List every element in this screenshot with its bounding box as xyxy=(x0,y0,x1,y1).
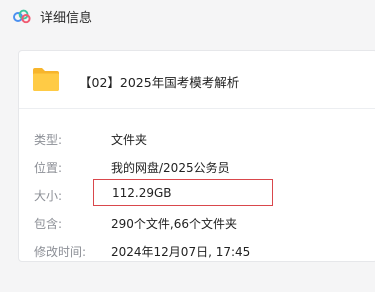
modified-value: 2024年12月07日, 17:45 xyxy=(111,245,251,259)
details-card: 【02】2025年国考模考解析 类型: 文件夹 位置: 我的网盘/2025公务员… xyxy=(18,50,375,262)
cloud-logo-icon xyxy=(13,9,31,23)
detail-row-type: 类型: 文件夹 xyxy=(19,129,375,149)
title-bar: 详细信息 xyxy=(0,0,375,33)
detail-row-size: 大小: 112.29GB xyxy=(19,179,375,206)
location-value[interactable]: 我的网盘/2025公务员 xyxy=(111,159,230,176)
type-value: 文件夹 xyxy=(111,133,148,147)
window-title: 详细信息 xyxy=(40,11,93,26)
size-value: 112.29GB xyxy=(93,179,273,206)
detail-row-contains: 包含: 290个文件,66个文件夹 xyxy=(19,213,375,233)
location-label: 位置: xyxy=(34,161,63,175)
detail-row-modified: 修改时间: 2024年12月07日, 17:45 xyxy=(19,241,375,261)
contains-label: 包含: xyxy=(34,217,63,231)
detail-row-location: 位置: 我的网盘/2025公务员 xyxy=(19,157,375,177)
modified-label: 修改时间: xyxy=(34,245,87,259)
type-label: 类型: xyxy=(34,133,63,147)
file-header: 【02】2025年国考模考解析 xyxy=(19,51,375,109)
folder-icon xyxy=(33,68,59,91)
contains-value: 290个文件,66个文件夹 xyxy=(111,217,237,231)
size-label: 大小: xyxy=(34,189,63,203)
file-name: 【02】2025年国考模考解析 xyxy=(79,75,240,90)
